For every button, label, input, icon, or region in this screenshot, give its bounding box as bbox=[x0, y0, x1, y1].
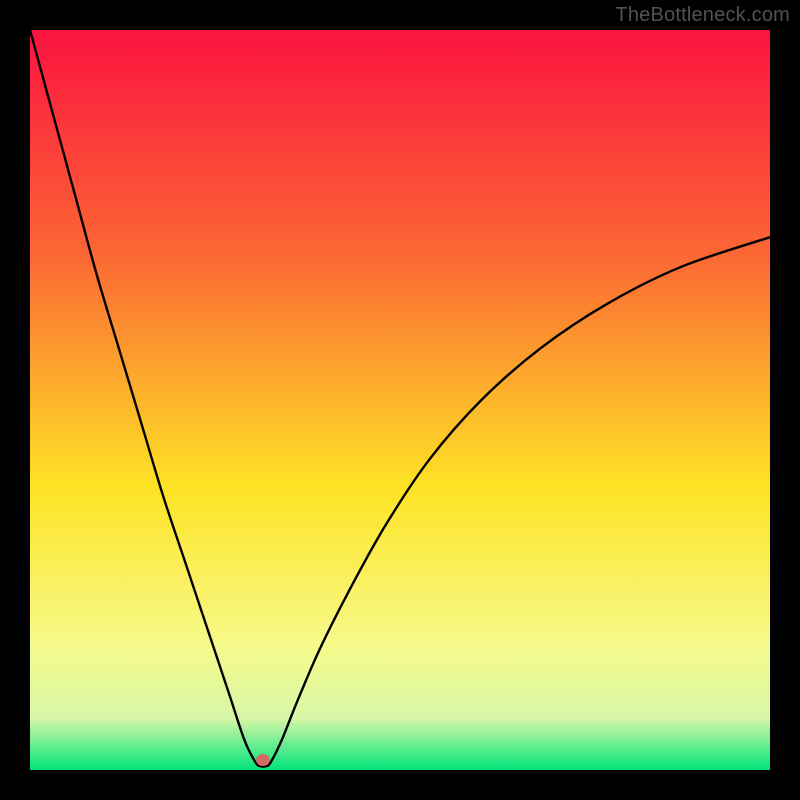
minimum-marker-dot bbox=[256, 754, 270, 766]
watermark-text: TheBottleneck.com bbox=[615, 4, 790, 27]
gradient-background bbox=[30, 30, 770, 770]
plot-svg bbox=[30, 30, 770, 770]
chart-frame: TheBottleneck.com bbox=[0, 0, 800, 800]
plot-area bbox=[30, 30, 770, 770]
